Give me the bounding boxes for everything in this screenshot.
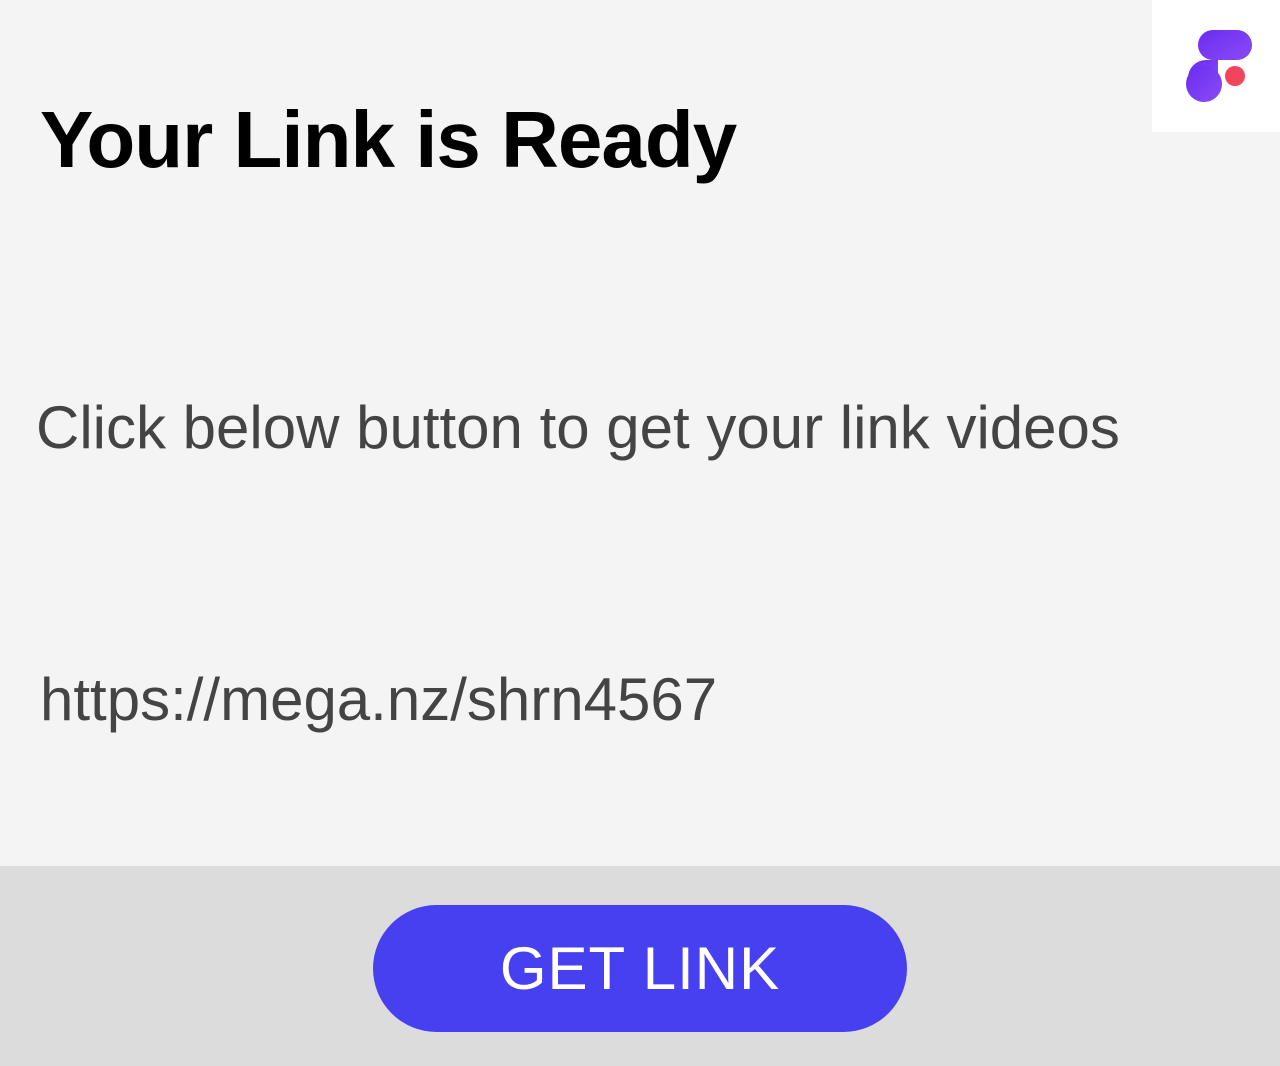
page-title: Your Link is Ready	[40, 95, 737, 184]
app-logo-icon	[1186, 30, 1252, 102]
link-url-text: https://mega.nz/shrn4567	[40, 666, 718, 733]
page: Your Link is Ready Click below button to…	[0, 0, 1280, 1066]
instruction-text: Click below button to get your link vide…	[36, 394, 1120, 461]
logo-container	[1152, 0, 1280, 132]
get-link-button[interactable]: GET LINK	[373, 905, 907, 1032]
